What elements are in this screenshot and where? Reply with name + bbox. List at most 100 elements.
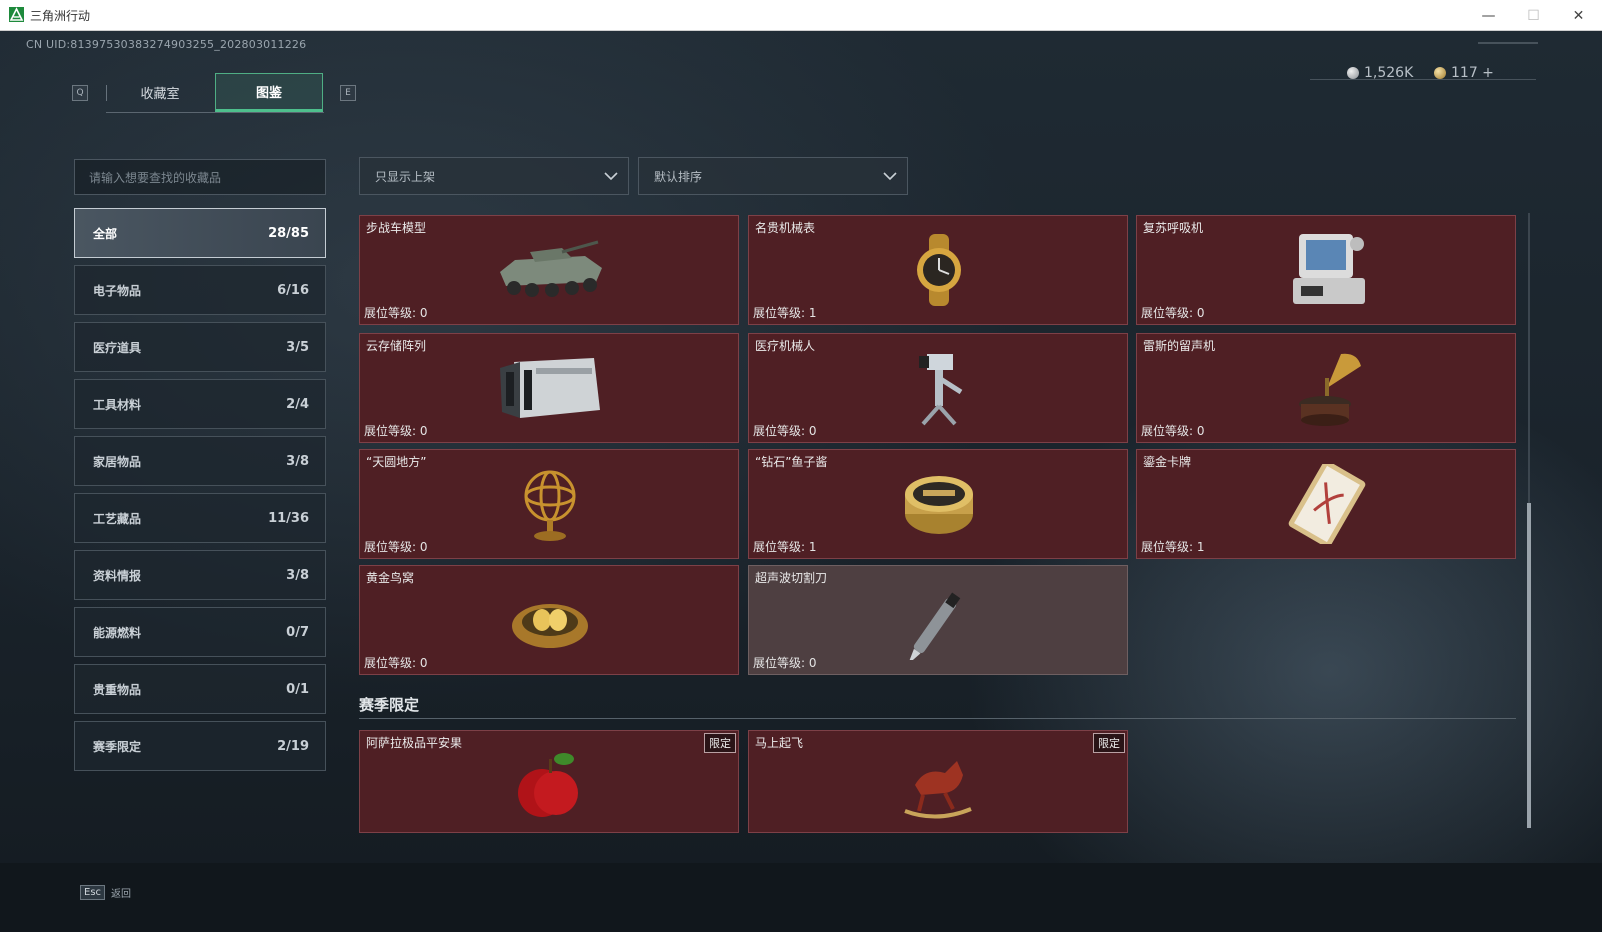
item-name: 雷斯的留声机 <box>1143 339 1216 353</box>
category-label: 能源燃料 <box>93 625 142 640</box>
category-count: 2/19 <box>277 738 309 754</box>
tab-bar: 收藏室 图鉴 <box>106 73 324 113</box>
item-level: 展位等级: 0 <box>1141 424 1205 438</box>
category-label: 赛季限定 <box>93 739 142 754</box>
category-label: 资料情报 <box>93 568 142 583</box>
ventilator-icon <box>1267 230 1387 310</box>
armillary-sphere-icon <box>490 464 610 544</box>
back-label: 返回 <box>111 889 132 900</box>
golden-nest-icon <box>490 580 610 660</box>
category-count: 3/5 <box>286 339 309 355</box>
shelf-filter-dropdown[interactable]: 只显示上架 <box>359 157 629 195</box>
search-input[interactable]: 请输入想要查找的收藏品 <box>74 159 326 195</box>
item-name: 步战车模型 <box>366 221 427 235</box>
item-level: 展位等级: 1 <box>1141 540 1205 554</box>
item-card-gilded-card[interactable]: 鎏金卡牌 展位等级: 1 <box>1136 449 1516 559</box>
gold-card-icon <box>1267 464 1387 544</box>
gold-currency[interactable]: 117 + <box>1434 65 1494 81</box>
item-card-ventilator[interactable]: 复苏呼吸机 展位等级: 0 <box>1136 215 1516 325</box>
item-card-ifv-model[interactable]: 步战车模型 展位等级: 0 <box>359 215 739 325</box>
apple-icon <box>490 745 610 825</box>
limited-badge: 限定 <box>704 733 736 753</box>
gramophone-icon <box>1267 348 1387 428</box>
tab-collection-room[interactable]: 收藏室 <box>106 73 214 112</box>
limited-badge: 限定 <box>1093 733 1125 753</box>
app-logo-icon <box>9 7 24 22</box>
window-title: 三角洲行动 <box>30 9 91 23</box>
item-card-medical-robot[interactable]: 医疗机械人 展位等级: 0 <box>748 333 1128 443</box>
category-count: 0/1 <box>286 681 309 697</box>
category-season-limited[interactable]: 赛季限定 2/19 <box>74 721 326 771</box>
watch-icon <box>879 230 999 310</box>
caviar-tin-icon <box>879 464 999 544</box>
item-level: 展位等级: 0 <box>753 656 817 670</box>
item-card-cloud-storage[interactable]: 云存储阵列 展位等级: 0 <box>359 333 739 443</box>
category-medical[interactable]: 医疗道具 3/5 <box>74 322 326 372</box>
category-label: 家居物品 <box>93 454 142 469</box>
item-name: “天圆地方” <box>366 455 427 469</box>
category-count: 2/4 <box>286 396 309 412</box>
back-button[interactable]: Esc 返回 <box>80 885 131 900</box>
minimize-button[interactable]: — <box>1466 0 1511 31</box>
game-screen: CN UID:8139753038327490325​5_20280301122… <box>0 31 1602 932</box>
maximize-button[interactable]: ☐ <box>1511 0 1556 31</box>
category-label: 贵重物品 <box>93 682 142 697</box>
shelf-filter-value: 只显示上架 <box>375 169 436 184</box>
item-name: 阿萨拉极品平安果 <box>366 736 463 750</box>
storage-array-icon <box>490 348 610 428</box>
player-uid: CN UID:8139753038327490325​5_20280301122… <box>26 38 307 51</box>
sort-dropdown[interactable]: 默认排序 <box>638 157 908 195</box>
item-card-luxury-watch[interactable]: 名贵机械表 展位等级: 1 <box>748 215 1128 325</box>
silver-coin-icon <box>1347 67 1359 79</box>
item-name: 黄金鸟窝 <box>366 571 415 585</box>
item-card-apple[interactable]: 阿萨拉极品平安果 限定 <box>359 730 739 833</box>
tab-next-key[interactable]: E <box>340 85 356 101</box>
category-household[interactable]: 家居物品 3/8 <box>74 436 326 486</box>
category-electronics[interactable]: 电子物品 6/16 <box>74 265 326 315</box>
ultrasonic-knife-icon <box>879 580 999 660</box>
item-card-rocking-horse[interactable]: 马上起飞 限定 <box>748 730 1128 833</box>
item-card-golden-nest[interactable]: 黄金鸟窝 展位等级: 0 <box>359 565 739 675</box>
item-level: 展位等级: 0 <box>364 424 428 438</box>
tab-catalog[interactable]: 图鉴 <box>215 73 323 112</box>
category-label: 全部 <box>93 226 118 241</box>
item-level: 展位等级: 0 <box>364 540 428 554</box>
item-name: 复苏呼吸机 <box>1143 221 1204 235</box>
category-energy[interactable]: 能源燃料 0/7 <box>74 607 326 657</box>
item-name: 名贵机械表 <box>755 221 816 235</box>
sort-value: 默认排序 <box>654 169 703 184</box>
esc-key: Esc <box>80 885 106 900</box>
chevron-down-icon <box>883 172 897 181</box>
window-titlebar: 三角洲行动 — ☐ ✕ <box>0 0 1602 31</box>
medical-robot-icon <box>879 348 999 428</box>
category-valuables[interactable]: 贵重物品 0/1 <box>74 664 326 714</box>
armored-vehicle-icon <box>490 230 610 310</box>
item-level: 展位等级: 0 <box>1141 306 1205 320</box>
item-level: 展位等级: 1 <box>753 306 817 320</box>
item-card-caviar[interactable]: “钻石”鱼子酱 展位等级: 1 <box>748 449 1128 559</box>
category-count: 3/8 <box>286 453 309 469</box>
item-level: 展位等级: 1 <box>753 540 817 554</box>
category-count: 0/7 <box>286 624 309 640</box>
category-crafts[interactable]: 工艺藏品 11/36 <box>74 493 326 543</box>
category-all[interactable]: 全部 28/85 <box>74 208 326 258</box>
category-tools[interactable]: 工具材料 2/4 <box>74 379 326 429</box>
category-intel[interactable]: 资料情报 3/8 <box>74 550 326 600</box>
item-level: 展位等级: 0 <box>364 306 428 320</box>
rocking-horse-icon <box>879 745 999 825</box>
item-card-armillary[interactable]: “天圆地方” 展位等级: 0 <box>359 449 739 559</box>
item-card-ultrasonic-knife[interactable]: 超声波切割刀 展位等级: 0 <box>748 565 1128 675</box>
item-level: 展位等级: 0 <box>753 424 817 438</box>
item-card-gramophone[interactable]: 雷斯的留声机 展位等级: 0 <box>1136 333 1516 443</box>
close-button[interactable]: ✕ <box>1556 0 1601 31</box>
tab-prev-key[interactable]: Q <box>72 85 88 101</box>
bottom-bar <box>0 863 1602 932</box>
currency-underline <box>1310 79 1536 80</box>
section-divider <box>359 718 1516 719</box>
gold-coin-icon <box>1434 67 1446 79</box>
item-name: 云存储阵列 <box>366 339 427 353</box>
item-name: 鎏金卡牌 <box>1143 455 1192 469</box>
category-label: 工具材料 <box>93 397 142 412</box>
scrollbar-thumb[interactable] <box>1527 503 1531 828</box>
gold-amount: 117 + <box>1451 65 1494 81</box>
